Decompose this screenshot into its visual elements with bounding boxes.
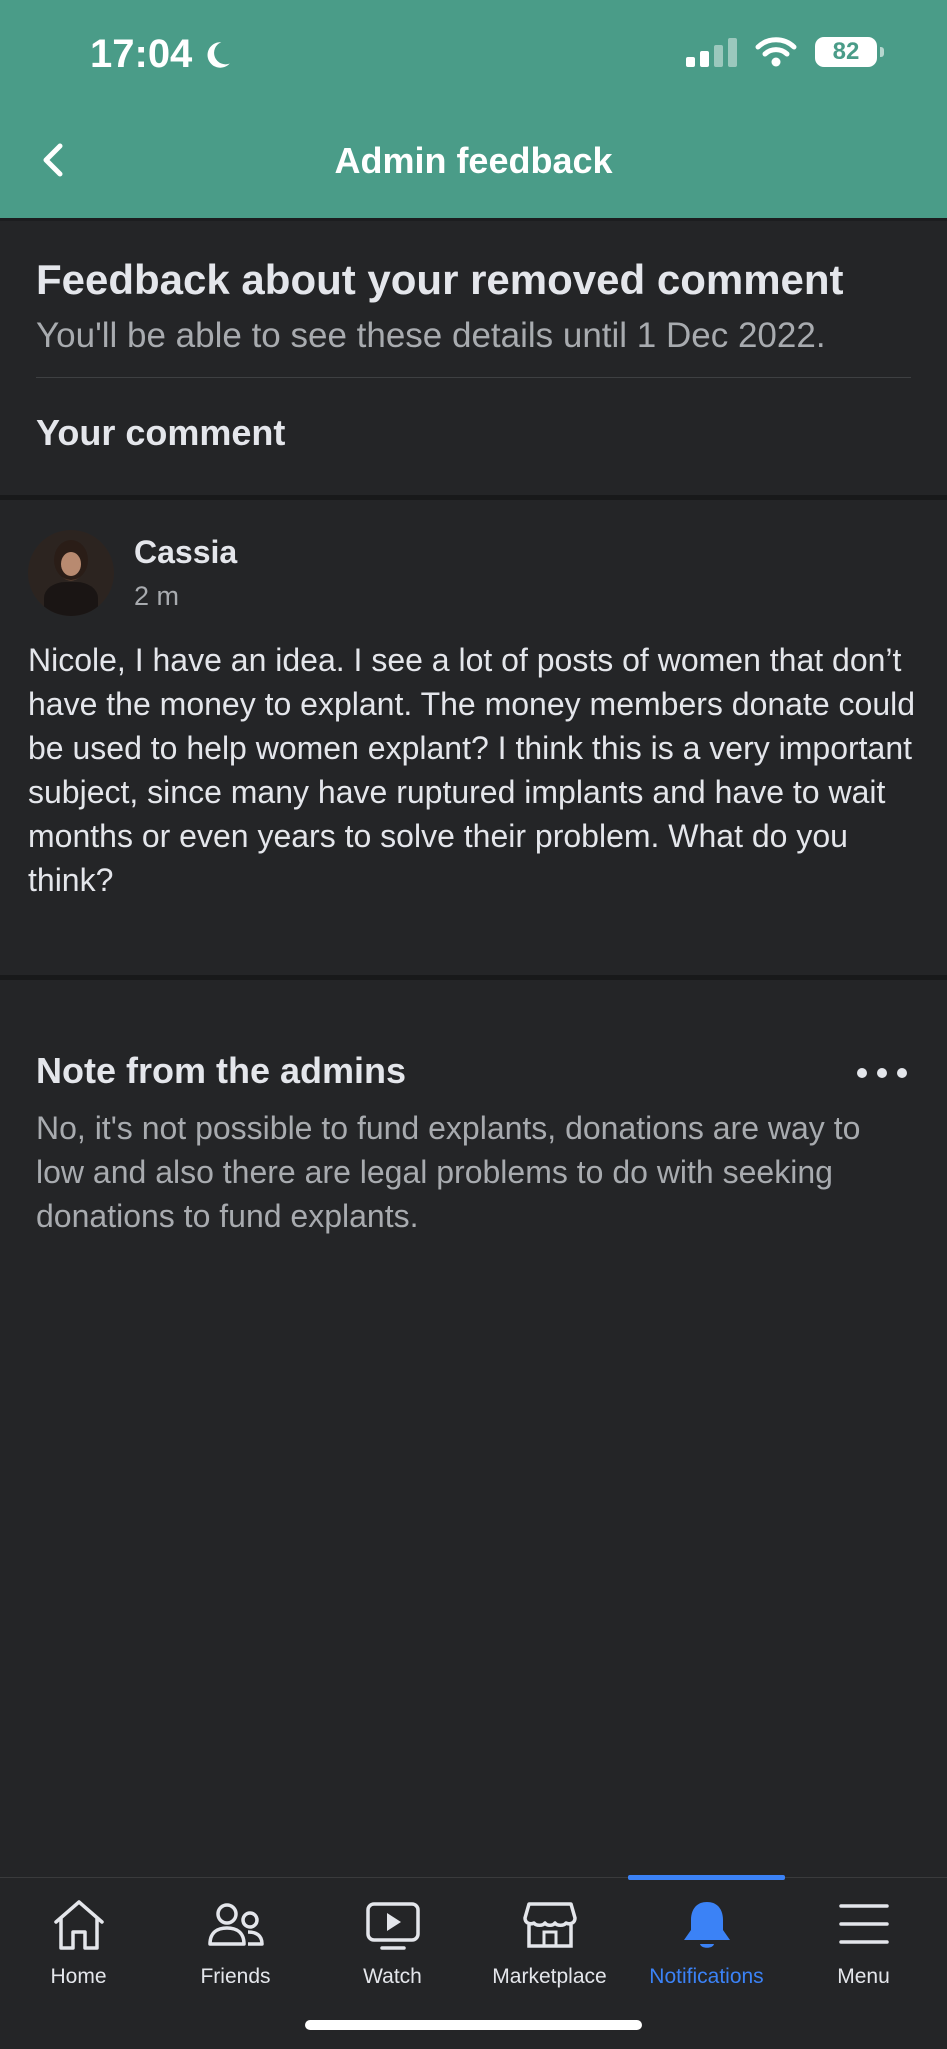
watch-icon (365, 1902, 420, 1950)
comment-author: Cassia 2 m (28, 530, 237, 616)
home-icon (53, 1900, 104, 1950)
battery-icon: 82 (815, 37, 884, 67)
avatar[interactable] (28, 530, 114, 616)
tab-label: Notifications (649, 1965, 764, 1988)
menu-icon (838, 1904, 889, 1944)
home-indicator[interactable] (305, 2020, 642, 2030)
feedback-intro: Feedback about your removed comment You'… (36, 250, 911, 360)
wifi-icon (755, 37, 797, 67)
status-indicators: 82 (686, 36, 884, 68)
tab-label: Watch (363, 1965, 422, 1988)
page-title: Admin feedback (334, 140, 613, 181)
tab-watch[interactable]: Watch (314, 1878, 471, 2008)
tab-label: Friends (200, 1965, 271, 1988)
tab-home[interactable]: Home (0, 1878, 157, 2008)
header-bar: 17:04 82 Admin feedback (0, 0, 947, 221)
tab-friends[interactable]: Friends (157, 1878, 314, 2008)
tab-menu[interactable]: Menu (785, 1878, 942, 2008)
note-title: Note from the admins (36, 1050, 407, 1091)
comment-text: Nicole, I have an idea. I see a lot of p… (28, 642, 916, 898)
feedback-heading: Feedback about your removed comment (36, 256, 844, 303)
section-separator (0, 495, 947, 500)
friends-icon (207, 1903, 264, 1946)
note-text: No, it's not possible to fund explants, … (36, 1110, 861, 1234)
bell-icon (683, 1902, 730, 1948)
status-time: 17:04 (90, 32, 234, 77)
divider (36, 377, 911, 378)
tab-notifications[interactable]: Notifications (628, 1875, 785, 2008)
section-separator (0, 975, 947, 980)
feedback-subtitle: You'll be able to see these details unti… (36, 316, 826, 355)
author-name[interactable]: Cassia (134, 534, 237, 571)
moon-icon (207, 41, 231, 68)
more-options-icon[interactable] (857, 1058, 907, 1088)
section-label: Your comment (36, 412, 286, 453)
comment-time: 2 m (134, 581, 180, 611)
cellular-signal-icon (686, 37, 737, 67)
tab-label: Menu (837, 1965, 890, 1988)
tab-label: Home (50, 1965, 107, 1988)
tab-label: Marketplace (492, 1965, 607, 1988)
status-time-text: 17:04 (90, 32, 193, 76)
active-tab-indicator (628, 1875, 785, 1880)
tab-marketplace[interactable]: Marketplace (471, 1878, 628, 2008)
battery-level: 82 (832, 38, 860, 65)
marketplace-icon (522, 1902, 577, 1948)
